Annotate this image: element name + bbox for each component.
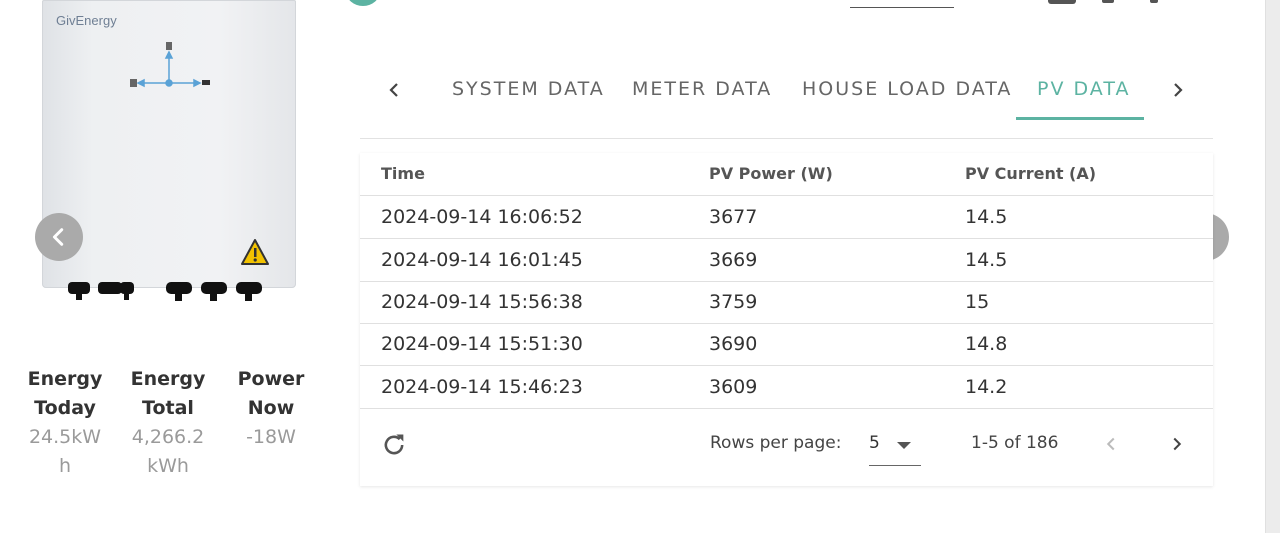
pagination-range: 1-5 of 186 — [971, 433, 1059, 453]
pv-current-cell: 14.8 — [965, 333, 1008, 355]
tab-house-load-data[interactable]: HOUSE LOAD DATA — [802, 78, 1012, 100]
brand-logo: GivEnergy — [56, 13, 117, 28]
column-header[interactable]: PV Current (A) — [965, 153, 1096, 195]
tab-pv-data[interactable]: PV DATA — [1037, 78, 1130, 100]
stat-value: 24.5kWh — [28, 426, 102, 477]
stat-value: -18W — [246, 426, 296, 448]
top-input-underline[interactable] — [850, 7, 954, 8]
refresh-icon — [384, 434, 404, 455]
table-pagination: Rows per page: 5 1-5 of 186 — [360, 409, 1213, 486]
stat-energy-total: Energy Total 4,266.2kWh — [128, 365, 208, 481]
pv-current-cell: 15 — [965, 291, 990, 313]
flow-diagram-icon — [130, 42, 210, 88]
carousel-prev-button[interactable] — [35, 213, 83, 261]
stat-power-now: Power Now -18W — [231, 365, 311, 452]
active-tab-indicator — [1016, 117, 1144, 120]
stat-label: Power Now — [237, 368, 305, 419]
time-cell: 2024-09-14 15:51:30 — [381, 333, 583, 355]
pv-power-cell: 3609 — [709, 376, 758, 398]
chevron-left-icon — [389, 83, 398, 97]
pv-current-cell: 14.5 — [965, 206, 1008, 228]
connectors-icon — [68, 282, 262, 301]
caret-down-icon — [897, 442, 911, 449]
scrollbar[interactable] — [1265, 0, 1280, 533]
rows-per-page-select[interactable]: 5 — [869, 428, 921, 466]
rows-per-page-value: 5 — [869, 433, 880, 453]
column-header[interactable]: PV Power (W) — [709, 153, 833, 195]
data-tabs: SYSTEM DATA METER DATA HOUSE LOAD DATA P… — [360, 58, 1213, 139]
warning-icon — [241, 239, 269, 265]
previous-page-button[interactable] — [1100, 433, 1122, 459]
stat-label: Energy Today — [27, 368, 103, 419]
refresh-button[interactable] — [380, 431, 410, 461]
top-toolbar-icon-3[interactable] — [1150, 0, 1158, 3]
table-row: 2024-09-14 15:51:30 3690 14.8 — [360, 323, 1213, 366]
tab-meter-data[interactable]: METER DATA — [632, 78, 772, 100]
pv-power-cell: 3759 — [709, 291, 758, 313]
tabs-scroll-right-button[interactable] — [1166, 78, 1190, 102]
pv-power-cell: 3669 — [709, 249, 758, 271]
tab-system-data[interactable]: SYSTEM DATA — [452, 78, 605, 100]
tabs-scroll-left-button[interactable] — [382, 78, 406, 102]
top-toolbar-icon[interactable] — [1048, 0, 1076, 4]
pv-power-cell: 3677 — [709, 206, 758, 228]
pv-power-cell: 3690 — [709, 333, 758, 355]
stat-label: Energy Total — [130, 368, 206, 419]
time-cell: 2024-09-14 16:06:52 — [381, 206, 583, 228]
table-header-row: Time PV Power (W) PV Current (A) — [360, 153, 1213, 196]
next-page-button[interactable] — [1166, 433, 1188, 459]
chevron-right-icon — [1174, 83, 1183, 97]
time-cell: 2024-09-14 15:56:38 — [381, 291, 583, 313]
table-row: 2024-09-14 16:01:45 3669 14.5 — [360, 239, 1213, 282]
time-cell: 2024-09-14 16:01:45 — [381, 249, 583, 271]
pv-data-table: Time PV Power (W) PV Current (A) 2024-09… — [360, 153, 1213, 486]
pv-current-cell: 14.5 — [965, 249, 1008, 271]
table-row: 2024-09-14 15:46:23 3609 14.2 — [360, 366, 1213, 409]
table-row: 2024-09-14 16:06:52 3677 14.5 — [360, 196, 1213, 239]
stat-energy-today: Energy Today 24.5kWh — [25, 365, 105, 481]
top-toolbar-icon-2[interactable] — [1102, 0, 1114, 3]
time-cell: 2024-09-14 15:46:23 — [381, 376, 583, 398]
chevron-left-icon — [52, 228, 64, 246]
rows-per-page-label: Rows per page: — [710, 433, 842, 453]
column-header[interactable]: Time — [381, 153, 425, 195]
stat-value: 4,266.2kWh — [131, 426, 205, 477]
pv-current-cell: 14.2 — [965, 376, 1008, 398]
table-row: 2024-09-14 15:56:38 3759 15 — [360, 281, 1213, 324]
chevron-right-icon — [1173, 437, 1182, 451]
chevron-left-icon — [1106, 437, 1115, 451]
top-avatar[interactable] — [346, 0, 380, 6]
